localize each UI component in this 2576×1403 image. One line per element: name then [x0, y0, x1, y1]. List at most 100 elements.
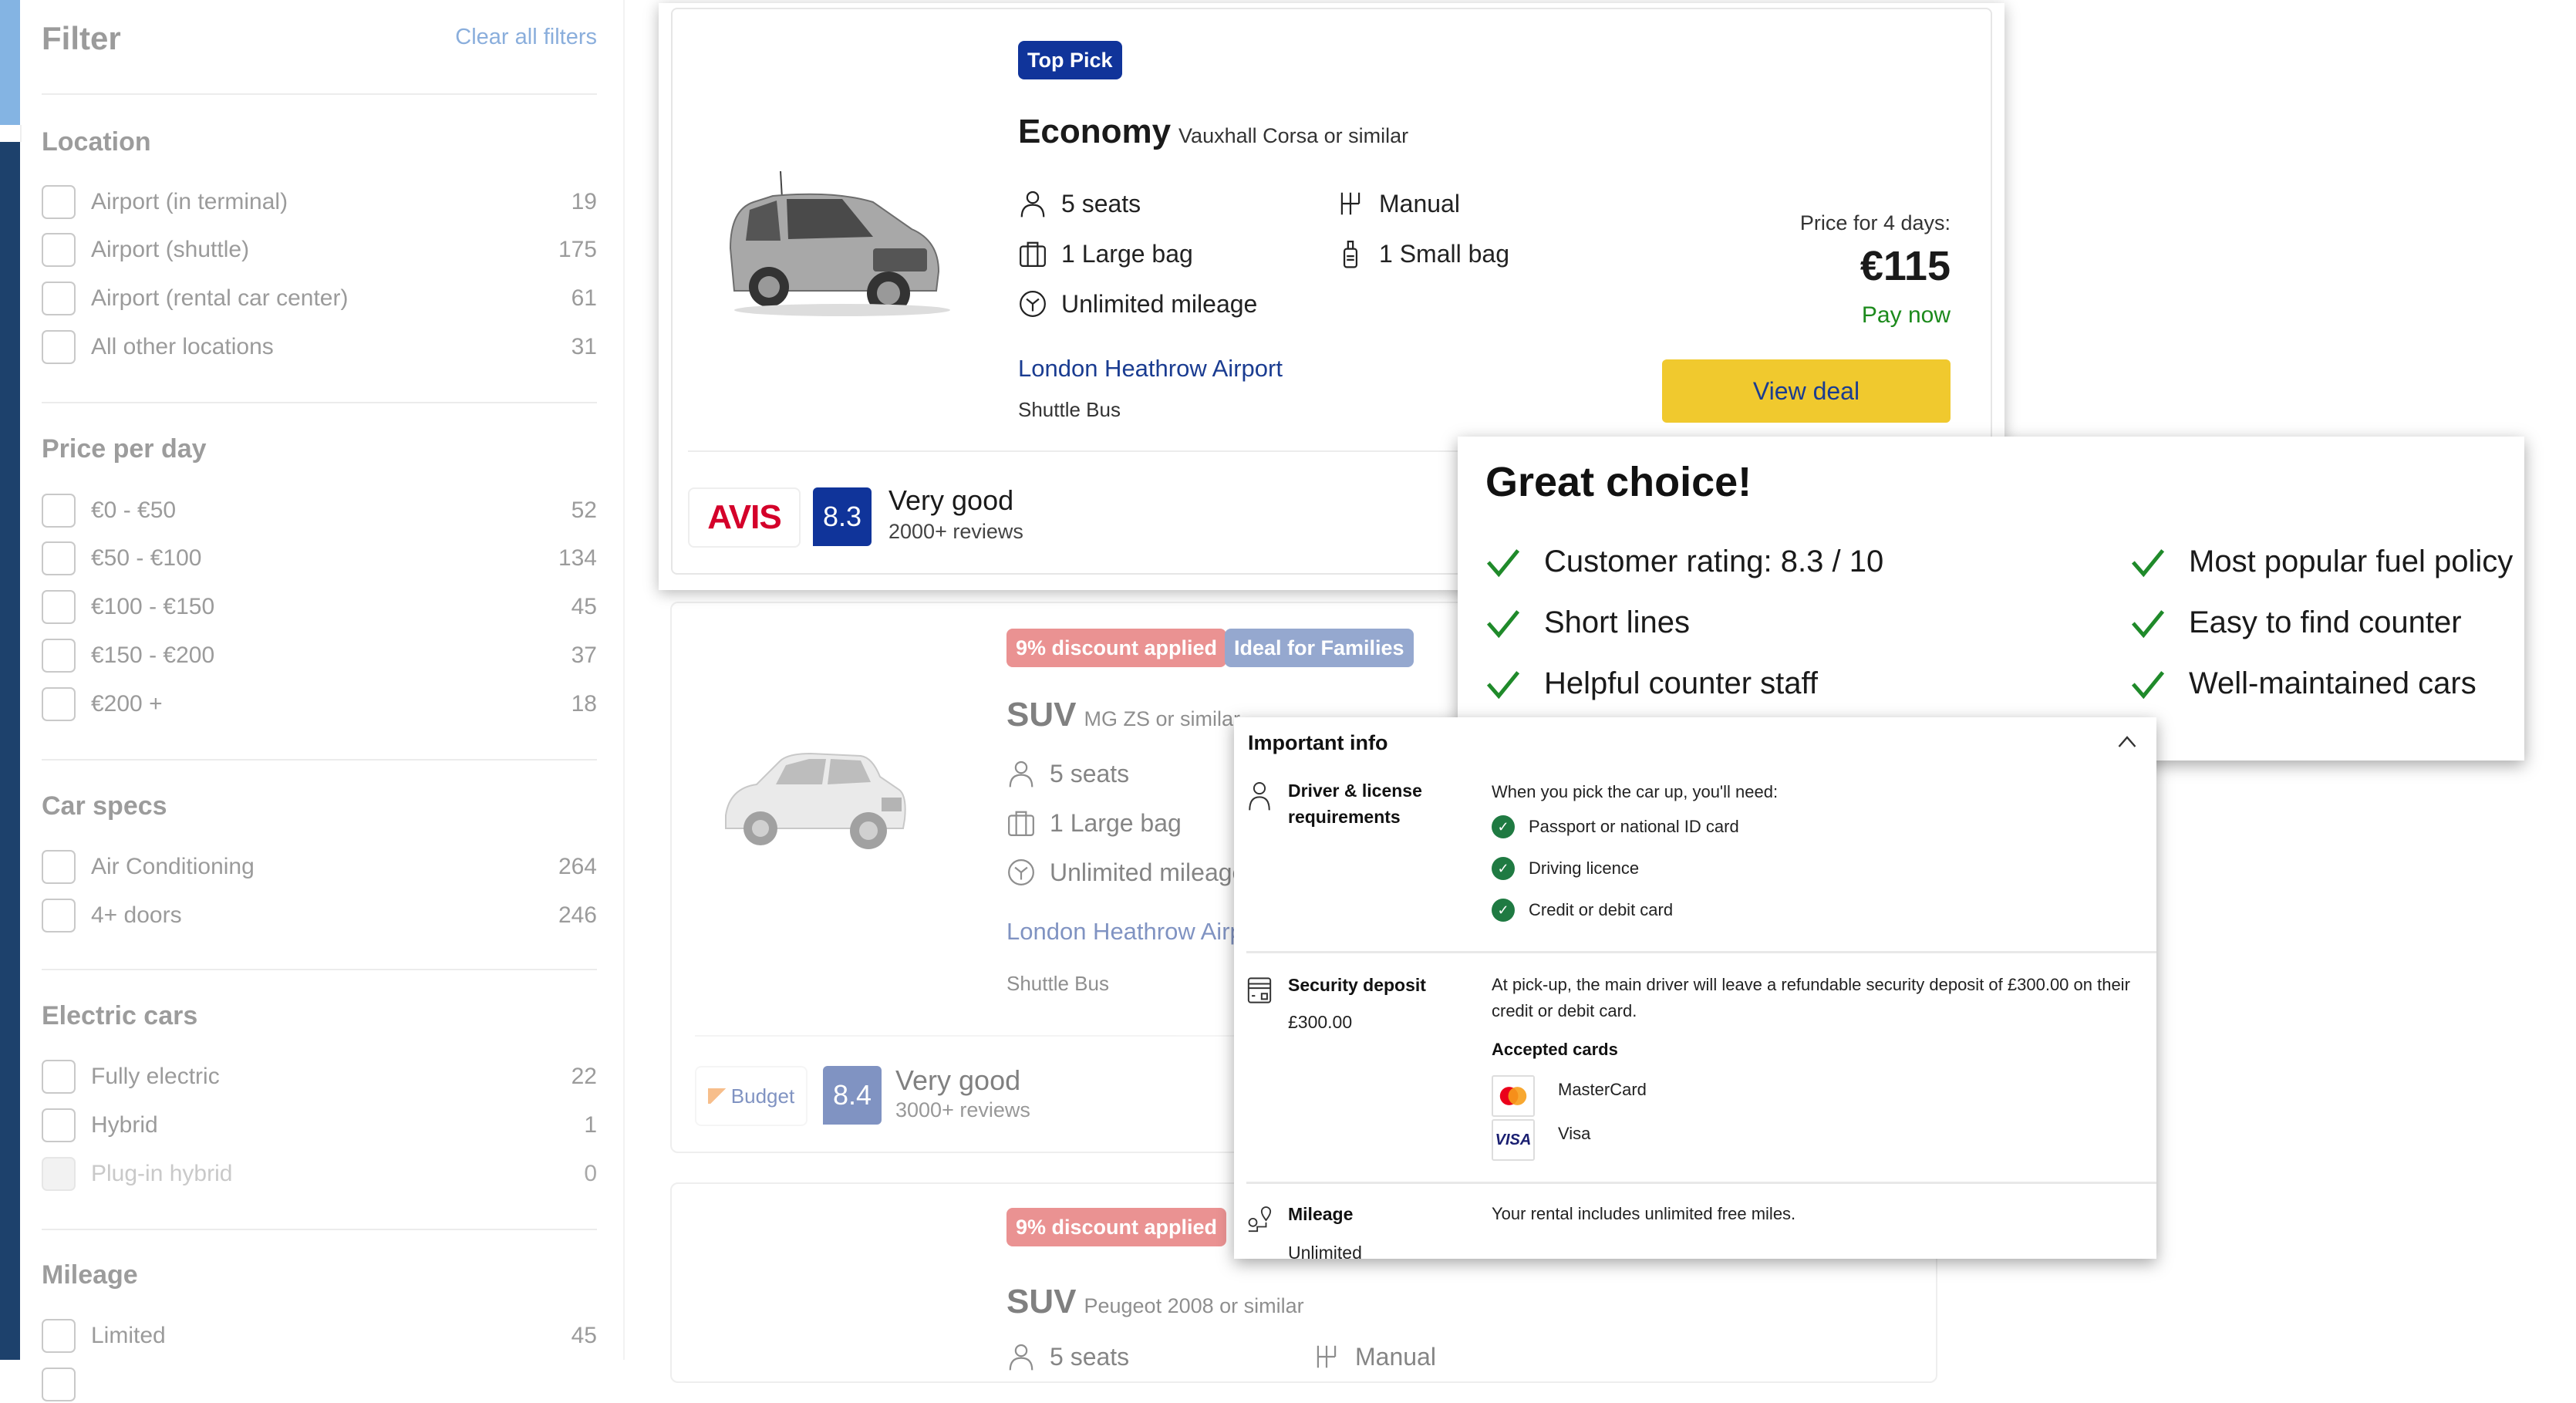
checkbox[interactable] — [42, 494, 76, 528]
location-link[interactable]: London Heathrow Airport — [1006, 918, 1271, 946]
filter-option[interactable]: €150 - €200 37 — [42, 637, 597, 674]
important-info-panel: Important info Driver & license requirem… — [1234, 717, 2156, 1259]
card-name: MasterCard — [1558, 1080, 1647, 1099]
location-link[interactable]: London Heathrow Airport — [1018, 355, 1283, 383]
option-label: €50 - €100 — [91, 545, 202, 571]
checkbox[interactable] — [42, 639, 76, 673]
spec-seats: 5 seats — [1018, 189, 1141, 218]
filter-option[interactable]: €100 - €150 45 — [42, 589, 597, 626]
person-icon — [1249, 782, 1270, 811]
filter-option[interactable]: Hybrid 1 — [42, 1107, 597, 1144]
option-count: 1 — [584, 1112, 597, 1138]
rating-score: 8.3 — [813, 487, 872, 546]
filter-option[interactable]: €200 + 18 — [42, 686, 597, 723]
rating-word: Very good — [895, 1064, 1021, 1096]
filter-option[interactable]: Airport (rental car center) 61 — [42, 280, 597, 317]
check-icon — [1486, 548, 1520, 577]
car-category: SUV — [1006, 696, 1077, 734]
filter-option[interactable]: Airport (shuttle) 175 — [42, 231, 597, 268]
discount-badge: 9% discount applied — [1006, 629, 1227, 667]
option-label: All other locations — [91, 334, 274, 359]
important-info-title: Important info — [1248, 731, 1388, 754]
option-count: 18 — [571, 691, 597, 717]
car-model: Peugeot 2008 or similar — [1084, 1294, 1304, 1317]
option-count: 175 — [558, 237, 597, 262]
feature-text: Short lines — [1544, 605, 1690, 639]
pay-now-label: Pay now — [1861, 302, 1951, 328]
spec-transmission: Manual — [1312, 1342, 1436, 1371]
option-label: Air Conditioning — [91, 854, 255, 879]
feature-text: Helpful counter staff — [1544, 666, 1819, 700]
option-count: 0 — [584, 1161, 597, 1186]
chevron-up-icon[interactable] — [2113, 728, 2141, 756]
checkbox[interactable] — [42, 1319, 76, 1353]
great-choice-panel: Great choice! Customer rating: 8.3 / 10 … — [1458, 437, 2524, 761]
view-deal-button[interactable]: View deal — [1662, 359, 1951, 423]
mastercard-icon — [1499, 1087, 1527, 1105]
clear-all-filters-link[interactable]: Clear all filters — [455, 25, 597, 50]
suitcase-icon — [1008, 811, 1034, 836]
great-choice-title: Great choice! — [1485, 459, 1752, 505]
top-pick-badge: Top Pick — [1018, 41, 1122, 79]
checkbox[interactable] — [42, 541, 76, 575]
requirement-item: ✓ Driving licence — [1492, 857, 1639, 880]
location-sub: Shuttle Bus — [1006, 972, 1109, 995]
checkbox[interactable] — [42, 233, 76, 267]
option-label: Airport (rental car center) — [91, 285, 349, 311]
filter-option[interactable]: Limited 45 — [42, 1317, 597, 1354]
filter-option[interactable]: All other locations 31 — [42, 329, 597, 366]
divider — [1246, 1182, 2156, 1184]
option-label: €100 - €150 — [91, 594, 215, 619]
filter-option[interactable]: Air Conditioning 264 — [42, 848, 597, 885]
filter-option[interactable]: 4+ doors 246 — [42, 897, 597, 934]
checkbox[interactable] — [42, 282, 76, 315]
checkbox[interactable] — [42, 1060, 76, 1094]
checkbox[interactable] — [42, 185, 76, 219]
families-badge: Ideal for Families — [1225, 629, 1414, 667]
sidebar-accent-divider — [20, 125, 22, 142]
checkbox[interactable] — [42, 330, 76, 364]
spec-mileage: Unlimited mileage — [1018, 289, 1257, 319]
filter-option[interactable]: Fully electric 22 — [42, 1058, 597, 1095]
check-circle-icon: ✓ — [1492, 899, 1515, 922]
feature-item: Customer rating: 8.3 / 10 — [1485, 545, 1883, 579]
checkbox[interactable] — [42, 1108, 76, 1142]
checkbox[interactable] — [42, 850, 76, 884]
option-count: 52 — [571, 497, 597, 523]
spec-seats: 5 seats — [1006, 759, 1129, 788]
price-label: Price for 4 days: — [1799, 211, 1951, 234]
credit-card-icon — [1247, 977, 1272, 1003]
option-count: 22 — [571, 1064, 597, 1089]
supplier-logo: AVIS — [688, 487, 801, 548]
requirement-text: Passport or national ID card — [1529, 817, 1739, 836]
suitcase-icon — [1020, 241, 1046, 267]
divider — [42, 93, 597, 95]
filter-option[interactable]: Airport (in terminal) 19 — [42, 184, 597, 221]
spec-text: 5 seats — [1050, 1342, 1130, 1371]
car-image — [725, 752, 906, 849]
checkbox[interactable] — [42, 687, 76, 721]
person-icon — [1020, 191, 1045, 218]
filter-title: Filter — [42, 20, 121, 56]
checkbox[interactable] — [42, 1368, 76, 1401]
supplier-logo: Budget — [695, 1066, 808, 1126]
price: €115 — [1860, 243, 1951, 289]
filter-option[interactable] — [42, 1366, 597, 1403]
checkbox[interactable] — [42, 590, 76, 624]
feature-text: Well-maintained cars — [2189, 666, 2477, 700]
filter-sidebar: Filter Clear all filters Location Airpor… — [42, 0, 597, 1401]
checkbox[interactable] — [42, 899, 76, 933]
option-label: Airport (in terminal) — [91, 189, 288, 214]
option-count: 45 — [571, 594, 597, 619]
spec-text: Manual — [1355, 1342, 1436, 1371]
section-title-electric: Electric cars — [42, 1001, 198, 1030]
rating-count: 2000+ reviews — [888, 520, 1023, 543]
spec-mileage: Unlimited mileage — [1006, 858, 1246, 887]
sidebar-border — [623, 0, 625, 1360]
option-count: 31 — [571, 334, 597, 359]
filter-option[interactable]: €50 - €100 134 — [42, 540, 597, 577]
option-count: 134 — [558, 545, 597, 571]
mileage-label: Mileage — [1288, 1204, 1354, 1224]
filter-option[interactable]: €0 - €50 52 — [42, 492, 597, 529]
option-label: €200 + — [91, 691, 163, 717]
